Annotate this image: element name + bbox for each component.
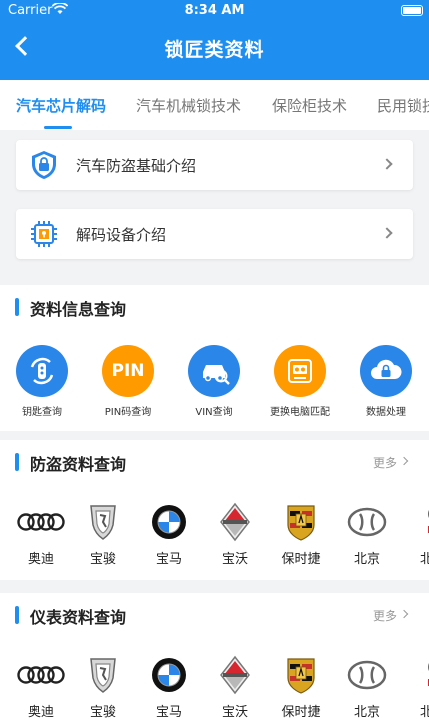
tool-label: VIN查询 [195, 407, 233, 418]
section-accent-bar [15, 298, 19, 316]
tool-label: 数据处理 [366, 407, 406, 418]
brand-label: 宝沃 [221, 552, 248, 567]
brand-beijing[interactable]: 北京 [336, 502, 398, 567]
card-decoder-equipment[interactable]: 解码设备介绍 [16, 209, 413, 259]
tool-label: PIN码查询 [104, 407, 152, 418]
brand-beiqi-partial[interactable]: 北 [402, 655, 429, 720]
category-tabs: 汽车芯片解码 汽车机械锁技术 保险柜技术 民用锁技 [0, 80, 429, 130]
bmw-logo-icon [138, 655, 200, 695]
more-link[interactable]: 更多 [373, 607, 397, 624]
tool-key-query[interactable]: 钥匙查询 [2, 345, 82, 418]
porsche-logo-icon [270, 502, 332, 542]
brand-bmw[interactable]: 宝马 [138, 502, 200, 567]
shield-lock-icon [28, 149, 60, 181]
brand-audi[interactable]: 奥迪 [10, 502, 72, 567]
beijing-logo-icon [336, 655, 398, 695]
app-header: Carrier 8:34 AM 锁匠类资料 [0, 0, 429, 80]
audi-logo-icon [10, 502, 72, 542]
brand-beijing[interactable]: 北京 [336, 655, 398, 720]
borgward-logo-icon [204, 502, 266, 542]
chevron-right-icon [399, 456, 409, 466]
page-title: 锁匠类资料 [164, 39, 265, 61]
section-title: 防盗资料查询 [30, 455, 127, 474]
brand-porsche[interactable]: 保时捷 [270, 655, 332, 720]
section-antitheft-query: 防盗资料查询 更多 奥迪 宝骏 宝马 宝沃 保时捷 北京 北 [0, 440, 429, 580]
brand-label: 宝马 [155, 705, 182, 720]
ecu-icon [274, 345, 326, 397]
brand-audi[interactable]: 奥迪 [10, 655, 72, 720]
brand-baojun[interactable]: 宝骏 [72, 655, 134, 720]
brand-borgward[interactable]: 宝沃 [204, 502, 266, 567]
beijing-logo-icon [336, 502, 398, 542]
chip-icon [28, 218, 60, 250]
card-label: 解码设备介绍 [76, 226, 167, 244]
pin-icon: PIN [102, 345, 154, 397]
section-info-query: 资料信息查询 钥匙查询 PIN PIN码查询 VIN VIN查询 更换电脑匹配 … [0, 285, 429, 431]
brand-label: 奥迪 [27, 552, 54, 567]
brand-label: 保时捷 [281, 705, 321, 720]
tool-label: 钥匙查询 [22, 407, 62, 418]
vin-car-icon: VIN [188, 345, 240, 397]
tool-ecu-replace-match[interactable]: 更换电脑匹配 [260, 345, 340, 418]
active-tab-indicator [44, 126, 72, 129]
status-time: 8:34 AM [184, 3, 245, 18]
brand-label: 北京 [353, 552, 380, 567]
nav-bar: 锁匠类资料 [0, 22, 429, 80]
porsche-logo-icon [270, 655, 332, 695]
beiqi-logo-icon [402, 502, 429, 542]
battery-icon [401, 5, 423, 16]
chevron-right-icon [381, 227, 393, 239]
more-link[interactable]: 更多 [373, 454, 397, 471]
status-bar: Carrier 8:34 AM [0, 0, 429, 22]
baojun-logo-icon [72, 655, 134, 695]
brand-label: 保时捷 [281, 552, 321, 567]
tool-data-processing[interactable]: 数据处理 [346, 345, 426, 418]
baojun-logo-icon [72, 502, 134, 542]
brand-label: 宝骏 [89, 552, 116, 567]
brand-bmw[interactable]: 宝马 [138, 655, 200, 720]
cloud-lock-icon [360, 345, 412, 397]
vin-icon-text: VIN [204, 359, 218, 367]
brand-label: 北 [420, 705, 429, 720]
tool-vin-query[interactable]: VIN VIN查询 [174, 345, 254, 418]
beiqi-logo-icon [402, 655, 429, 695]
brand-label: 宝马 [155, 552, 182, 567]
tool-pin-query[interactable]: PIN PIN码查询 [88, 345, 168, 418]
brand-label: 北京 [353, 705, 380, 720]
brand-label: 北 [420, 552, 429, 567]
audi-logo-icon [10, 655, 72, 695]
tool-label: 更换电脑匹配 [270, 407, 330, 418]
bmw-logo-icon [138, 502, 200, 542]
section-dashboard-query: 仪表资料查询 更多 奥迪 宝骏 宝马 宝沃 保时捷 北京 北 [0, 593, 429, 723]
brand-baojun[interactable]: 宝骏 [72, 502, 134, 567]
key-refresh-icon [16, 345, 68, 397]
tab-car-chip-decode[interactable]: 汽车芯片解码 [16, 95, 106, 116]
section-title: 仪表资料查询 [30, 608, 127, 627]
brand-beiqi-partial[interactable]: 北 [402, 502, 429, 567]
borgward-logo-icon [204, 655, 266, 695]
card-label: 汽车防盗基础介绍 [76, 157, 197, 175]
brand-label: 奥迪 [27, 705, 54, 720]
brand-borgward[interactable]: 宝沃 [204, 655, 266, 720]
section-title: 资料信息查询 [30, 300, 127, 319]
tab-safe-technique[interactable]: 保险柜技术 [272, 95, 347, 116]
brand-label: 宝骏 [89, 705, 116, 720]
section-accent-bar [15, 453, 19, 471]
card-antitheft-basics[interactable]: 汽车防盗基础介绍 [16, 140, 413, 190]
brand-label: 宝沃 [221, 705, 248, 720]
section-accent-bar [15, 606, 19, 624]
brand-porsche[interactable]: 保时捷 [270, 502, 332, 567]
tab-car-mechanical-lock[interactable]: 汽车机械锁技术 [136, 95, 241, 116]
chevron-right-icon [381, 158, 393, 170]
chevron-right-icon [399, 609, 409, 619]
pin-icon-text: PIN [111, 361, 145, 381]
tab-civil-lock[interactable]: 民用锁技 [377, 95, 429, 116]
